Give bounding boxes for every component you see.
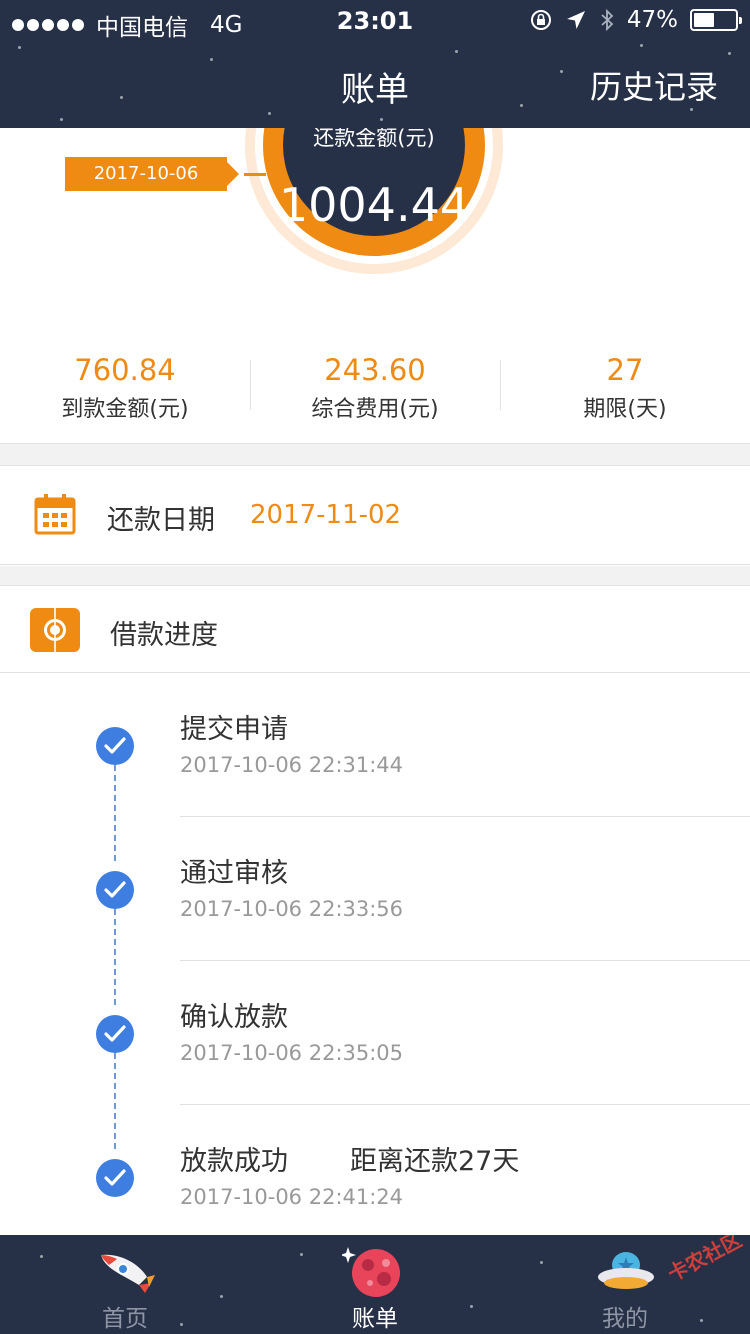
- bluetooth-icon: [601, 8, 614, 32]
- step-time: 2017-10-06 22:41:24: [180, 1185, 404, 1209]
- section-gap: [0, 444, 750, 465]
- section-gap: [0, 566, 750, 585]
- check-icon: [96, 871, 134, 909]
- stats-row: 760.84 到款金额(元) 243.60 综合费用(元) 27 期限(天): [0, 350, 750, 430]
- stat-value: 27: [606, 353, 644, 387]
- step-name: 确认放款: [180, 1002, 288, 1033]
- loan-progress-header: 借款进度: [0, 585, 750, 673]
- repayment-date-label: 还款日期: [107, 505, 215, 536]
- progress-icon: [30, 608, 80, 652]
- battery-percent: 47%: [626, 7, 678, 33]
- stat-label: 到款金额(元): [61, 397, 189, 422]
- timeline-step: 通过审核 2017-10-06 22:33:56: [0, 817, 750, 961]
- bottom-tab-bar: 首页 账单 我的 卡农社区: [0, 1235, 750, 1334]
- stat-label: 综合费用(元): [311, 397, 439, 422]
- check-icon: [96, 727, 134, 765]
- step-time: 2017-10-06 22:35:05: [180, 1041, 404, 1065]
- repay-amount-label: 还款金额(元): [313, 128, 435, 150]
- rotation-lock-icon: [530, 10, 551, 30]
- calendar-icon: [34, 494, 76, 535]
- tab-bill[interactable]: 账单: [250, 1235, 500, 1334]
- location-arrow-icon: [566, 11, 585, 29]
- timeline-step: 放款成功 距离还款27天 2017-10-06 22:41:24: [0, 1105, 750, 1249]
- stat-term-days: 27 期限(天): [500, 350, 750, 430]
- tab-label: 账单: [352, 1306, 398, 1332]
- check-icon: [96, 1159, 134, 1197]
- planet-icon: [342, 1247, 400, 1297]
- step-name: 放款成功: [180, 1146, 288, 1177]
- loan-date-tag: 2017-10-06: [65, 157, 239, 191]
- step-name: 通过审核: [180, 858, 288, 889]
- progress-timeline: 提交申请 2017-10-06 22:31:44 通过审核 2017-10-06…: [0, 673, 750, 1235]
- repayment-date-value: 2017-11-02: [250, 500, 402, 530]
- stat-value: 760.84: [74, 353, 176, 387]
- battery-icon: [690, 9, 742, 31]
- timeline-step: 提交申请 2017-10-06 22:31:44: [0, 673, 750, 817]
- days-until-repayment: 距离还款27天: [350, 1146, 520, 1177]
- history-button[interactable]: 历史记录: [590, 62, 718, 108]
- loan-progress-title: 借款进度: [110, 620, 218, 651]
- stat-label: 期限(天): [583, 397, 667, 422]
- step-time: 2017-10-06 22:33:56: [180, 897, 404, 921]
- bill-summary: 还款金额(元) 1004.44 2017-10-06 760.84 到款金额(元…: [0, 128, 750, 444]
- stat-received-amount: 760.84 到款金额(元): [0, 350, 250, 430]
- ufo-icon: [598, 1252, 654, 1289]
- stat-value: 243.60: [324, 353, 426, 387]
- top-header: 中国电信 4G 23:01 47% 账单 历史记录: [0, 0, 750, 128]
- step-name: 提交申请: [180, 714, 288, 745]
- tag-connector: [244, 173, 266, 176]
- tab-label: 首页: [102, 1306, 148, 1332]
- step-time: 2017-10-06 22:31:44: [180, 753, 404, 777]
- timeline-step: 确认放款 2017-10-06 22:35:05: [0, 961, 750, 1105]
- repayment-date-row: 还款日期 2017-11-02: [0, 465, 750, 565]
- tab-home[interactable]: 首页: [0, 1235, 250, 1334]
- tab-label: 我的: [602, 1306, 648, 1332]
- status-bar: 中国电信 4G 23:01 47%: [0, 0, 750, 41]
- repay-amount-value: 1004.44: [278, 178, 470, 232]
- check-icon: [96, 1015, 134, 1053]
- stat-total-fee: 243.60 综合费用(元): [250, 350, 500, 430]
- rocket-icon: [101, 1254, 155, 1293]
